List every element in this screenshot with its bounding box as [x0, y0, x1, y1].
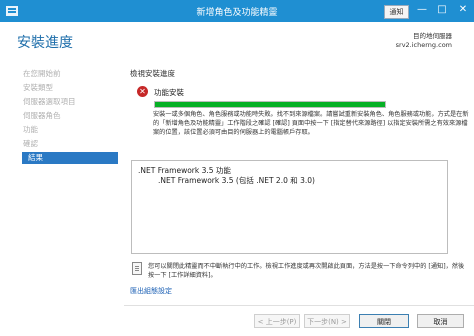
results-panel: 檢視安裝進度 ✕ 功能安裝 安裝一或多個角色、角色服務或功能時失敗。找不到來源檔… [124, 64, 474, 336]
minimize-button[interactable]: — [412, 0, 432, 22]
install-progress-fill [155, 102, 385, 107]
error-message: 安裝一或多個角色、角色服務或功能時失敗。找不到來源檔案。請嘗試重新安裝角色、角色… [153, 111, 469, 136]
destination-label: 目的地伺服器 [413, 32, 452, 40]
step-features: 功能 [23, 125, 38, 134]
destination-server-name: srv2.icherng.com [395, 41, 452, 49]
title-bar: 新增角色及功能精靈 通知 — □ ✕ [0, 0, 474, 22]
step-server-selection: 伺服器選取項目 [23, 97, 76, 106]
step-results[interactable]: 結果 [22, 152, 118, 164]
step-confirmation: 確認 [23, 139, 38, 148]
next-button[interactable]: 下一步(N) > [304, 314, 350, 328]
destination-server: 目的地伺服器 srv2.icherng.com [396, 32, 452, 50]
section-title: 檢視安裝進度 [130, 69, 175, 78]
install-progress-bar [154, 101, 386, 108]
wizard-header: 安裝進度 目的地伺服器 srv2.icherng.com [0, 22, 474, 64]
step-before-you-begin: 在您開始前 [23, 69, 61, 78]
export-config-link[interactable]: 匯出組態設定 [130, 286, 172, 296]
results-list[interactable]: .NET Framework 3.5 功能 .NET Framework 3.5… [131, 160, 448, 254]
page-title: 安裝進度 [17, 35, 73, 51]
notifications-button[interactable]: 通知 [384, 5, 409, 19]
step-server-roles: 伺服器角色 [23, 111, 61, 120]
step-installation-type: 安裝類型 [23, 83, 53, 92]
close-button[interactable]: 關閉 [359, 314, 409, 328]
footer-divider [124, 305, 474, 306]
info-document-icon [132, 262, 142, 275]
install-status-label: 功能安裝 [154, 88, 184, 97]
close-window-button[interactable]: ✕ [452, 0, 474, 22]
maximize-button[interactable]: □ [432, 0, 452, 22]
list-item: .NET Framework 3.5 (包括 .NET 2.0 和 3.0) [158, 176, 315, 185]
info-message: 您可以關閉此精靈而不中斷執行中的工作。檢視工作進度或再次開啟此頁面，方法是按一下… [148, 263, 465, 279]
wizard-steps-sidebar: 在您開始前 安裝類型 伺服器選取項目 伺服器角色 功能 確認 結果 [0, 64, 124, 336]
previous-button[interactable]: < 上一步(P) [254, 314, 300, 328]
cancel-button[interactable]: 取消 [417, 314, 464, 328]
error-icon: ✕ [137, 86, 148, 97]
